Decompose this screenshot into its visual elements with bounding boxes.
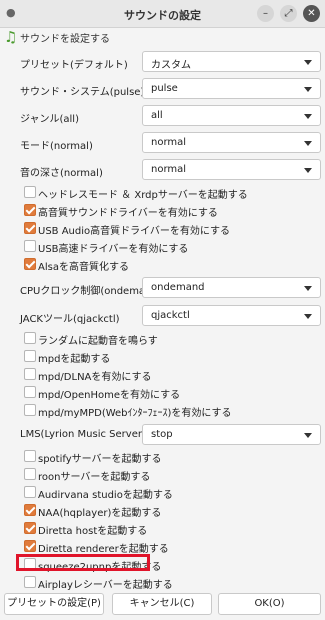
lms-value: stop [151,429,173,440]
chevron-down-icon [304,87,312,92]
checkbox-label: USB高速ドライバーを有効にする [38,244,189,255]
genre-label: ジャンル(all) [20,114,79,125]
lms-label: LMS(Lyrion Music Server) [20,429,146,440]
checkbox-box[interactable] [24,368,36,380]
cpu-clock-combo[interactable]: ondemand [142,277,321,298]
checkbox-label: Diretta rendererを起動する [38,544,169,555]
sound-system-label: サウンド・システム(pulse) [20,87,145,98]
checkbox-box[interactable] [24,258,36,270]
cpu-clock-value: ondemand [151,282,205,293]
checkbox-box[interactable] [24,450,36,462]
preset-settings-button[interactable]: プリセットの設定(P) [4,593,104,615]
checkbox-label: Alsaを高音質化する [38,262,129,273]
checkbox-box[interactable] [24,186,36,198]
chevron-down-icon [304,314,312,319]
jack-tool-value: qjackctl [151,310,190,321]
title-bar: ● サウンドの設定 – ⤢ ✕ [0,0,325,28]
checkbox-label: Diretta hostを起動する [38,526,148,537]
depth-label: 音の深さ(normal) [20,168,103,179]
checkbox-box[interactable] [24,540,36,552]
depth-combo[interactable]: normal [142,159,321,180]
ok-button[interactable]: OK(O) [218,593,321,615]
checkbox-label: ヘッドレスモード ＆ Xrdpサーバーを起動する [38,190,248,201]
chevron-down-icon [304,286,312,291]
maximize-button[interactable]: ⤢ [280,5,297,22]
highlight-box [16,554,150,571]
mode-value: normal [151,137,187,148]
checkbox-box[interactable] [24,222,36,234]
mode-combo[interactable]: normal [142,132,321,153]
cpu-clock-label: CPUクロック制御(ondemand) [20,286,162,297]
mode-label: モード(normal) [20,141,93,152]
sound-system-combo[interactable]: pulse [142,78,321,99]
preset-combo[interactable]: カスタム [142,51,321,72]
checkbox-box[interactable] [24,332,36,344]
checkbox-box[interactable] [24,350,36,362]
genre-value: all [151,110,163,121]
checkbox-label: mpdを起動する [38,354,111,365]
checkbox-box[interactable] [24,468,36,480]
checkbox-box[interactable] [24,386,36,398]
jack-tool-label: JACKツール(qjackctl) [20,314,120,325]
cancel-button[interactable]: キャンセル(C) [112,593,212,615]
checkbox-label: mpd/myMPD(Webｲﾝﾀｰﾌｪｰｽ)を有効にする [38,408,232,419]
checkbox-box[interactable] [24,486,36,498]
checkbox-label: 高音質サウンドドライバーを有効にする [38,208,218,219]
checkbox-label: Airplayレシーバーを起動する [38,580,173,591]
header-text: サウンドを設定する [20,34,110,45]
depth-value: normal [151,164,187,175]
music-note-icon: ♫ [4,28,18,46]
checkbox-box[interactable] [24,240,36,252]
chevron-down-icon [304,114,312,119]
preset-value: カスタム [151,60,191,71]
minimize-button[interactable]: – [257,5,274,22]
preset-label: プリセット(デフォルト) [20,60,128,71]
chevron-down-icon [304,141,312,146]
checkbox-label: mpd/DLNAを有効にする [38,372,152,383]
checkbox-label: mpd/OpenHomeを有効にする [38,390,181,401]
jack-tool-combo[interactable]: qjackctl [142,305,321,326]
checkbox-label: Audirvana studioを起動する [38,490,173,501]
window-title: サウンドの設定 [124,9,201,22]
checkbox-label: spotifyサーバーを起動する [38,454,162,465]
checkbox-label: USB Audio高音質ドライバーを有効にする [38,226,231,237]
sound-system-value: pulse [151,83,178,94]
checkbox-box[interactable] [24,204,36,216]
checkbox-box[interactable] [24,404,36,416]
checkbox-box[interactable] [24,576,36,588]
chevron-down-icon [304,168,312,173]
genre-combo[interactable]: all [142,105,321,126]
chevron-down-icon [304,60,312,65]
checkbox-box[interactable] [24,522,36,534]
chevron-down-icon [304,433,312,438]
lms-combo[interactable]: stop [142,424,321,445]
checkbox-label: roonサーバーを起動する [38,472,151,483]
checkbox-label: NAA(hqplayer)を起動する [38,508,162,519]
close-button[interactable]: ✕ [303,5,320,22]
checkbox-label: ランダムに起動音を鳴らす [38,336,158,347]
checkbox-box[interactable] [24,504,36,516]
